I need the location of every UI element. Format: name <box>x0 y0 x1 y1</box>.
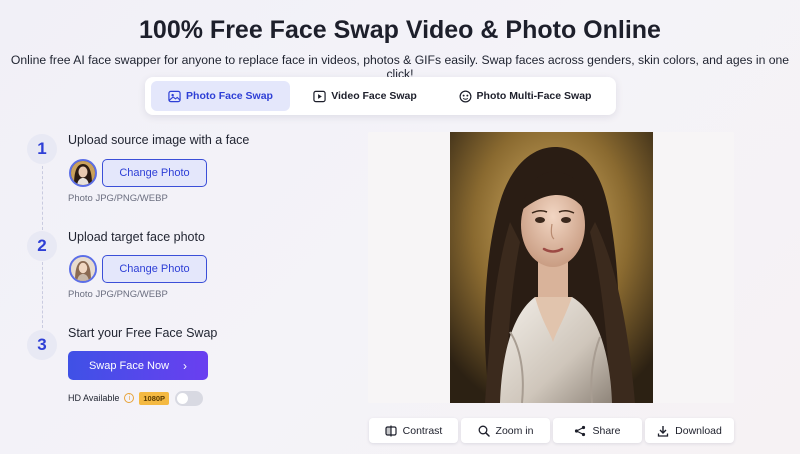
zoom-in-label: Zoom in <box>495 424 534 437</box>
image-icon <box>168 90 181 102</box>
contrast-icon <box>385 425 397 436</box>
tab-video-face-swap[interactable]: Video Face Swap <box>300 81 430 111</box>
target-face-avatar[interactable] <box>69 255 97 283</box>
tab-label: Photo Multi-Face Swap <box>476 90 592 102</box>
mode-tabs: Photo Face Swap Video Face Swap Photo Mu… <box>145 77 616 115</box>
step-title-3: Start your Free Face Swap <box>68 326 218 340</box>
share-button[interactable]: Share <box>553 418 642 443</box>
page-title: 100% Free Face Swap Video & Photo Online <box>139 16 661 44</box>
tab-photo-face-swap[interactable]: Photo Face Swap <box>151 81 290 111</box>
download-label: Download <box>675 424 722 437</box>
resolution-badge: 1080P <box>139 391 170 405</box>
step-number-3: 3 <box>27 330 57 360</box>
step-connector <box>42 166 43 230</box>
info-icon[interactable]: i <box>124 393 135 403</box>
step-number-2: 2 <box>27 231 57 261</box>
contrast-button[interactable]: Contrast <box>369 418 458 443</box>
share-icon <box>575 425 586 436</box>
source-face-avatar[interactable] <box>69 159 97 187</box>
hd-label: HD Available <box>68 393 120 403</box>
share-label: Share <box>592 424 621 437</box>
step-title-2: Upload target face photo <box>68 230 205 244</box>
zoom-in-button[interactable]: Zoom in <box>461 418 550 443</box>
swap-face-now-button[interactable]: Swap Face Now › <box>68 351 208 380</box>
zoom-icon <box>478 425 490 437</box>
tab-label: Photo Face Swap <box>186 90 273 102</box>
chevron-right-icon: › <box>183 358 188 373</box>
change-source-photo-button[interactable]: Change Photo <box>102 159 207 187</box>
contrast-label: Contrast <box>402 424 443 437</box>
tab-label: Video Face Swap <box>331 90 417 102</box>
hd-option-row: HD Available i 1080P <box>68 390 204 406</box>
step-number-1: 1 <box>27 134 57 164</box>
result-photo <box>450 132 653 403</box>
step-connector <box>42 262 43 328</box>
target-format-hint: Photo JPG/PNG/WEBP <box>68 289 168 300</box>
download-button[interactable]: Download <box>645 418 734 443</box>
toggle-knob <box>177 392 189 404</box>
swap-button-label: Swap Face Now <box>88 359 170 372</box>
step-title-1: Upload source image with a face <box>68 133 250 147</box>
multi-face-icon <box>459 90 472 102</box>
video-icon <box>313 90 326 102</box>
hd-toggle[interactable] <box>175 390 204 406</box>
change-target-photo-button[interactable]: Change Photo <box>102 255 207 283</box>
source-format-hint: Photo JPG/PNG/WEBP <box>68 193 168 204</box>
download-icon <box>657 425 669 437</box>
tab-photo-multi-face-swap[interactable]: Photo Multi-Face Swap <box>445 81 605 111</box>
